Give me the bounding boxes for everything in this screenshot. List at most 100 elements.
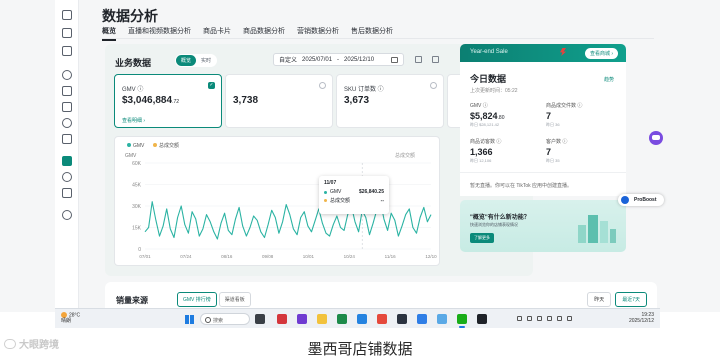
legend-gmv-label: GMV — [133, 143, 145, 149]
tooltip-date: 11/07 — [324, 180, 337, 186]
today-data-card: 今日数据 上次更新时间：05:22 趋势 GMV ⓘ $5,824.80 昨日 … — [460, 62, 626, 172]
period-buttons: 昨天 最近7天 — [587, 292, 647, 307]
calendar-icon — [391, 56, 398, 63]
y-tick-label: 30K — [132, 204, 142, 210]
icon-rail — [55, 0, 79, 312]
live-note: 暂无直播。你可以在 TikTok 应用中创建直播。 — [460, 172, 626, 196]
checkbox-checked-icon[interactable]: ✓ — [208, 82, 215, 89]
today-gmv: GMV ⓘ $5,824.80 昨日 $28,121.42 — [470, 102, 540, 128]
chart-tooltip: 11/07 GMV $26,840.25 总成交额 -- — [319, 176, 389, 214]
app-icon-purple[interactable] — [297, 314, 307, 324]
image-caption: 墨西哥店铺数据 — [307, 340, 413, 358]
shield-icon[interactable] — [62, 172, 72, 182]
kpi-value-decimals: .72 — [172, 99, 180, 105]
radio-icon[interactable] — [430, 82, 437, 89]
wallet-icon[interactable] — [62, 188, 72, 198]
year-end-sale-banner[interactable]: Year-end Sale 查看商城 › — [460, 44, 626, 62]
last-7-days-button[interactable]: 最近7天 — [615, 292, 647, 307]
date-mode-label: 自定义 — [279, 58, 298, 64]
app-icon-black[interactable] — [477, 314, 487, 324]
tray-icon[interactable] — [527, 316, 532, 321]
kpi-card-second[interactable]: 3,738 — [225, 74, 333, 128]
toggle-overview[interactable]: 概览 — [176, 55, 197, 66]
megaphone-icon[interactable] — [62, 70, 72, 80]
kpi-card-sku-orders[interactable]: SKU 订单数 ⓘ 3,673 — [336, 74, 444, 128]
tab-gmv-ranking[interactable]: GMV 排行榜 — [177, 292, 217, 307]
box-icon[interactable] — [62, 86, 72, 96]
app-icon-green[interactable] — [337, 314, 347, 324]
sales-source-title: 销量来源 — [116, 296, 148, 305]
tooltip-row-gmv: GMV $26,840.25 — [324, 189, 384, 195]
learn-more-button[interactable]: 了解更多 — [470, 233, 494, 243]
volume-icon[interactable] — [567, 316, 572, 321]
wechat-icon[interactable] — [457, 314, 467, 328]
gmv-dot-icon — [324, 190, 327, 194]
right-axis-label: 总成交额 — [395, 152, 415, 159]
windows-start-icon[interactable] — [185, 315, 194, 324]
kpi-card-gmv[interactable]: GMV ⓘ $3,046,884.72 查看明细 › ✓ — [114, 74, 222, 128]
proboost-button[interactable]: ProBoost — [618, 194, 664, 206]
x-tick-label: 07/01 — [139, 254, 151, 259]
radio-icon[interactable] — [319, 82, 326, 89]
tab-channel-board[interactable]: 渠道看板 — [218, 292, 251, 307]
message-icon[interactable] — [62, 28, 72, 38]
x-tick-label: 10/24 — [344, 254, 356, 259]
cell-value: 7 — [546, 147, 552, 157]
grid-icon[interactable] — [62, 134, 72, 144]
cell-value-main: $5,824 — [470, 111, 498, 121]
lightning-icon — [560, 48, 566, 56]
date-from: 2025/07/01 — [302, 56, 333, 63]
mode-toggle: 概览 实时 — [175, 54, 218, 67]
cell-label: 商品成交件数 ⓘ — [546, 103, 583, 109]
app-icon-lightblue[interactable] — [437, 314, 447, 324]
trend-link[interactable]: 趋势 — [604, 76, 614, 83]
proboost-label: ProBoost — [634, 197, 657, 203]
tray-icon[interactable] — [517, 316, 522, 321]
chart-icon[interactable] — [62, 156, 72, 166]
date-range-picker[interactable]: 自定义 2025/07/01 - 2025/12/10 — [273, 53, 404, 66]
x-tick-label: 11/16 — [385, 254, 396, 259]
taskbar: 28°C 晴朗 搜索 19:23 2025/12/12 — [55, 308, 660, 328]
document-icon[interactable] — [62, 46, 72, 56]
tray-icon[interactable] — [547, 316, 552, 321]
toggle-realtime[interactable]: 实时 — [196, 55, 216, 66]
proboost-icon — [621, 196, 629, 204]
cell-yesterday: 昨日 $28,121.42 — [470, 122, 500, 127]
cell-yesterday: 昨日 35 — [546, 158, 560, 163]
weather-widget[interactable]: 28°C 晴朗 — [61, 312, 80, 324]
app-icon-orange[interactable] — [377, 314, 387, 324]
today-customers: 客户数 ⓘ 7 昨日 35 — [546, 138, 616, 164]
business-data-title: 业务数据 — [115, 58, 152, 68]
view-store-button[interactable]: 查看商城 › — [584, 48, 618, 59]
app-icon-blue[interactable] — [417, 314, 427, 324]
download-icon[interactable] — [415, 56, 422, 63]
clock[interactable]: 19:23 2025/12/12 — [629, 312, 654, 324]
task-view-icon[interactable] — [255, 314, 265, 324]
date-to: 2025/12/10 — [344, 56, 375, 63]
cell-yesterday: 昨日 12,106 — [470, 158, 492, 163]
whats-new-card[interactable]: "概览"有什么新功能？ 快速浏览你的店铺表现情况 了解更多 — [460, 200, 626, 252]
app-icon-red[interactable] — [277, 314, 287, 324]
chat-assistant-icon[interactable] — [649, 131, 663, 145]
weather-desc: 晴朗 — [61, 318, 72, 325]
edge-browser-icon[interactable] — [357, 314, 367, 324]
y-axis-label: GMV — [125, 153, 137, 159]
x-tick-label: 08/16 — [221, 254, 233, 259]
file-explorer-icon[interactable] — [317, 314, 327, 324]
cell-label: 客户数 ⓘ — [546, 139, 568, 145]
y-tick-label: 15K — [132, 226, 142, 232]
home-icon[interactable] — [62, 10, 72, 20]
settings-icon[interactable] — [432, 56, 439, 63]
wifi-icon[interactable] — [557, 316, 562, 321]
app-icon-dark[interactable] — [397, 314, 407, 324]
tooltip-orders-value: -- — [380, 197, 384, 204]
tray-icon[interactable] — [537, 316, 542, 321]
tabs-divider — [102, 38, 654, 39]
taskbar-search[interactable]: 搜索 — [200, 313, 250, 325]
help-icon[interactable] — [62, 210, 72, 220]
truck-icon[interactable] — [62, 102, 72, 112]
tooltip-orders-label: 总成交额 — [330, 198, 351, 204]
gear-icon[interactable] — [62, 118, 72, 128]
view-details-link[interactable]: 查看明细 › — [122, 117, 145, 124]
yesterday-button[interactable]: 昨天 — [587, 292, 612, 307]
